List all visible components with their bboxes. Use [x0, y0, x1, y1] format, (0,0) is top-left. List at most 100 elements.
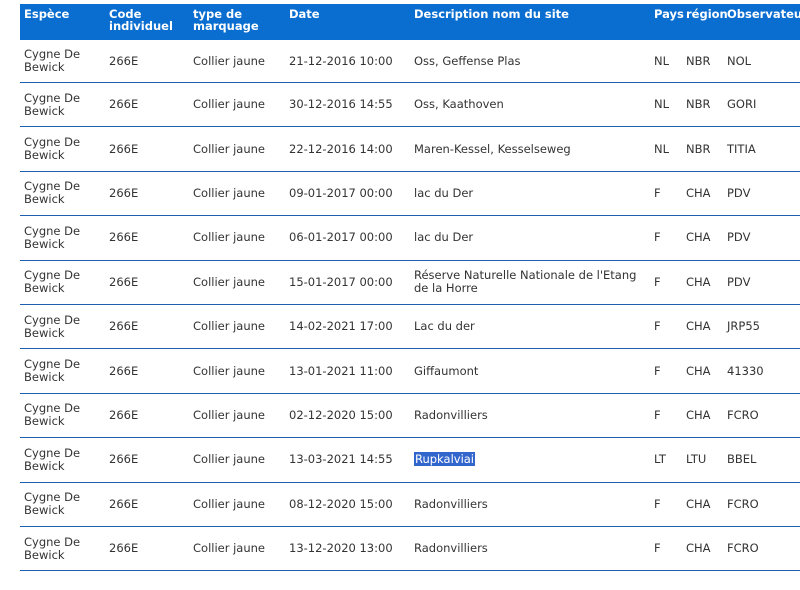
table-row[interactable]: Cygne De Bewick 266E Collier jaune 30-12-20… — [20, 82, 800, 128]
table-header-row: Espèce Code individuel type de marquage … — [20, 4, 800, 40]
cell-region: NBR — [682, 126, 723, 172]
cell-pays: F — [650, 526, 682, 572]
table-row[interactable]: Cygne De Bewick 266E Collier jaune 15-01-20… — [20, 260, 800, 305]
cell-marquage: Collier jaune — [189, 482, 285, 527]
cell-espece: Cygne De Bewick — [20, 348, 105, 394]
cell-observateur: GORI — [723, 82, 800, 128]
table-row[interactable]: Cygne De Bewick 266E Collier jaune 13-03-20… — [20, 437, 800, 483]
table-row[interactable]: Cygne De Bewick 266E Collier jaune 06-01-20… — [20, 215, 800, 261]
cell-region: LTU — [682, 437, 723, 483]
cell-site: Réserve Naturelle Nationale de l'Etang d… — [410, 260, 650, 305]
cell-date: 09-01-2017 00:00 — [285, 171, 410, 217]
cell-site: lac du Der — [410, 215, 650, 261]
table-row[interactable]: Cygne De Bewick 266E Collier jaune 14-02-20… — [20, 304, 800, 350]
cell-code: 266E — [105, 482, 189, 527]
cell-region: CHA — [682, 260, 723, 305]
cell-site: lac du Der — [410, 171, 650, 217]
table-row[interactable]: Cygne De Bewick 266E Collier jaune 13-01-20… — [20, 348, 800, 394]
cell-observateur: PDV — [723, 171, 800, 217]
table-row[interactable]: Cygne De Bewick 266E Collier jaune 09-01-20… — [20, 171, 800, 217]
cell-espece: Cygne De Bewick — [20, 82, 105, 128]
cell-pays: LT — [650, 437, 682, 483]
table-row[interactable]: Cygne De Bewick 266E Collier jaune 22-12-20… — [20, 126, 800, 172]
cell-espece: Cygne De Bewick — [20, 526, 105, 572]
cell-date: 21-12-2016 10:00 — [285, 40, 410, 83]
cell-site: Radonvilliers — [410, 393, 650, 439]
cell-site: Lac du der — [410, 304, 650, 350]
cell-date: 22-12-2016 14:00 — [285, 126, 410, 172]
cell-pays: NL — [650, 126, 682, 172]
cell-espece: Cygne De Bewick — [20, 393, 105, 439]
cell-code: 266E — [105, 82, 189, 128]
cell-espece: Cygne De Bewick — [20, 40, 105, 83]
observations-table: Espèce Code individuel type de marquage … — [20, 4, 800, 572]
cell-observateur: FCRO — [723, 393, 800, 439]
cell-pays: F — [650, 260, 682, 305]
cell-pays: F — [650, 304, 682, 350]
header-description-site[interactable]: Description nom du site — [410, 4, 650, 40]
cell-marquage: Collier jaune — [189, 82, 285, 128]
cell-observateur: BBEL — [723, 437, 800, 483]
cell-site: Radonvilliers — [410, 482, 650, 527]
cell-date: 13-03-2021 14:55 — [285, 437, 410, 483]
cell-marquage: Collier jaune — [189, 126, 285, 172]
cell-marquage: Collier jaune — [189, 260, 285, 305]
cell-region: CHA — [682, 348, 723, 394]
cell-code: 266E — [105, 526, 189, 572]
cell-site: Giffaumont — [410, 348, 650, 394]
cell-espece: Cygne De Bewick — [20, 126, 105, 172]
cell-marquage: Collier jaune — [189, 40, 285, 83]
cell-espece: Cygne De Bewick — [20, 260, 105, 305]
cell-observateur: 41330 — [723, 348, 800, 394]
cell-espece: Cygne De Bewick — [20, 482, 105, 527]
cell-code: 266E — [105, 215, 189, 261]
cell-region: NBR — [682, 82, 723, 128]
cell-pays: F — [650, 393, 682, 439]
header-code-individuel[interactable]: Code individuel — [105, 4, 189, 40]
table-row[interactable]: Cygne De Bewick 266E Collier jaune 13-12-20… — [20, 526, 800, 572]
cell-code: 266E — [105, 437, 189, 483]
cell-marquage: Collier jaune — [189, 304, 285, 350]
cell-code: 266E — [105, 348, 189, 394]
cell-observateur: PDV — [723, 215, 800, 261]
header-espece[interactable]: Espèce — [20, 4, 105, 40]
header-date[interactable]: Date — [285, 4, 410, 40]
table-row[interactable]: Cygne De Bewick 266E Collier jaune 02-12-20… — [20, 393, 800, 439]
cell-date: 13-12-2020 13:00 — [285, 526, 410, 572]
table-body: Cygne De Bewick 266E Collier jaune 21-12-20… — [20, 40, 800, 572]
cell-pays: F — [650, 171, 682, 217]
cell-date: 30-12-2016 14:55 — [285, 82, 410, 128]
table-row[interactable]: Cygne De Bewick 266E Collier jaune 21-12-20… — [20, 40, 800, 83]
cell-pays: NL — [650, 82, 682, 128]
cell-date: 15-01-2017 00:00 — [285, 260, 410, 305]
cell-marquage: Collier jaune — [189, 348, 285, 394]
cell-marquage: Collier jaune — [189, 171, 285, 217]
cell-espece: Cygne De Bewick — [20, 304, 105, 350]
table-row[interactable]: Cygne De Bewick 266E Collier jaune 08-12-20… — [20, 482, 800, 527]
cell-espece: Cygne De Bewick — [20, 171, 105, 217]
header-type-marquage[interactable]: type de marquage — [189, 4, 285, 40]
cell-observateur: FCRO — [723, 482, 800, 527]
cell-espece: Cygne De Bewick — [20, 215, 105, 261]
cell-region: CHA — [682, 304, 723, 350]
header-pays[interactable]: Pays — [650, 4, 684, 40]
cell-region: CHA — [682, 482, 723, 527]
cell-date: 08-12-2020 15:00 — [285, 482, 410, 527]
cell-pays: F — [650, 348, 682, 394]
cell-code: 266E — [105, 393, 189, 439]
cell-code: 266E — [105, 260, 189, 305]
cell-marquage: Collier jaune — [189, 526, 285, 572]
cell-region: CHA — [682, 393, 723, 439]
cell-observateur: NOL — [723, 40, 800, 83]
cell-code: 266E — [105, 304, 189, 350]
selected-text: Rupkalviai — [414, 452, 476, 467]
cell-code: 266E — [105, 171, 189, 217]
cell-pays: NL — [650, 40, 682, 83]
header-region[interactable]: région — [682, 4, 728, 40]
cell-region: CHA — [682, 171, 723, 217]
cell-date: 14-02-2021 17:00 — [285, 304, 410, 350]
header-observateur[interactable]: Observateur — [723, 4, 800, 40]
cell-site: Rupkalviai — [410, 437, 650, 483]
cell-marquage: Collier jaune — [189, 437, 285, 483]
cell-observateur: JRP55 — [723, 304, 800, 350]
